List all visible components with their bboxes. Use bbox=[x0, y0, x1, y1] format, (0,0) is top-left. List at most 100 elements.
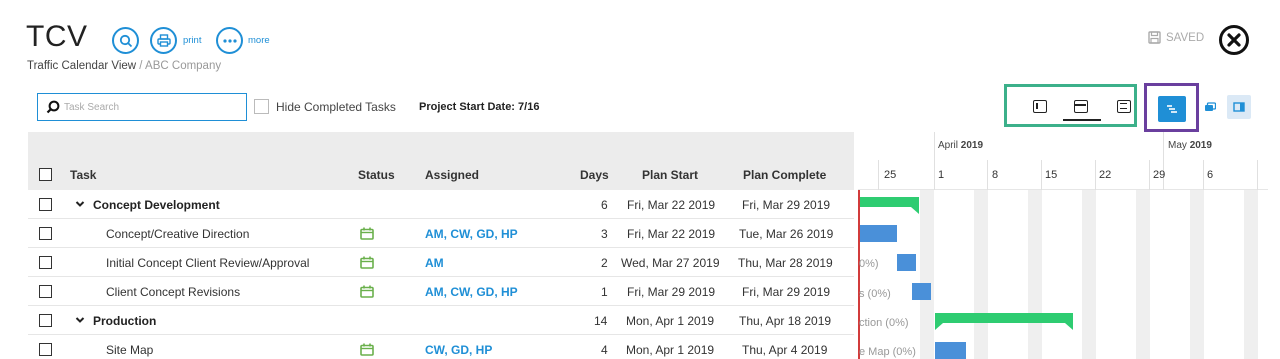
task-assigned[interactable]: AM, CW, GD, HP bbox=[425, 227, 518, 241]
close-button[interactable] bbox=[1219, 25, 1249, 55]
task-plan-start: Fri, Mar 22 2019 bbox=[627, 227, 716, 241]
table-row[interactable]: Site Map CW, GD, HP 4 Mon, Apr 1 2019 Th… bbox=[28, 335, 854, 359]
task-bar-label: e Map (0%) bbox=[859, 346, 916, 358]
task-days: 3 bbox=[601, 227, 608, 241]
hide-completed-checkbox[interactable] bbox=[254, 99, 269, 114]
week-divider bbox=[1203, 160, 1204, 190]
month-divider bbox=[934, 132, 935, 190]
gantt-view-button[interactable] bbox=[1158, 96, 1186, 122]
more-button[interactable] bbox=[216, 27, 243, 54]
row-checkbox[interactable] bbox=[39, 343, 52, 356]
column-assigned[interactable]: Assigned bbox=[425, 168, 479, 182]
print-label[interactable]: print bbox=[183, 35, 201, 46]
table-row[interactable]: Concept/Creative Direction AM, CW, GD, H… bbox=[28, 219, 854, 248]
task-bar[interactable] bbox=[935, 342, 966, 359]
project-start-date: Project Start Date: 7/16 bbox=[419, 101, 540, 113]
day-label: 22 bbox=[1099, 169, 1112, 181]
saved-status: SAVED bbox=[1148, 31, 1204, 44]
layers-icon bbox=[1205, 101, 1216, 111]
breadcrumb-company: / ABC Company bbox=[136, 60, 222, 72]
weekend-column bbox=[1136, 190, 1150, 359]
week-divider bbox=[1149, 160, 1150, 190]
weekend-column bbox=[1082, 190, 1096, 359]
more-icon bbox=[222, 38, 237, 43]
saved-label: SAVED bbox=[1166, 31, 1205, 44]
breadcrumb-view[interactable]: Traffic Calendar View bbox=[27, 60, 136, 72]
task-bar-label: ction (0%) bbox=[859, 317, 909, 329]
side-panel-button[interactable] bbox=[1227, 95, 1251, 119]
row-checkbox[interactable] bbox=[39, 314, 52, 327]
column-task[interactable]: Task bbox=[70, 168, 96, 182]
calendar-icon[interactable] bbox=[360, 285, 374, 298]
chevron-down-icon[interactable] bbox=[75, 200, 85, 208]
row-checkbox[interactable] bbox=[39, 198, 52, 211]
task-plan-complete: Fri, Mar 29 2019 bbox=[742, 285, 831, 299]
left-panel-icon bbox=[1036, 103, 1038, 109]
view-split-button[interactable] bbox=[1074, 100, 1088, 113]
calendar-icon[interactable] bbox=[360, 256, 374, 269]
task-plan-start: Fri, Mar 22 2019 bbox=[627, 198, 716, 212]
task-name: Client Concept Revisions bbox=[106, 285, 241, 299]
view-layout-group bbox=[1004, 84, 1137, 127]
weekend-column bbox=[974, 190, 988, 359]
search-button[interactable] bbox=[112, 27, 139, 54]
task-days: 1 bbox=[601, 285, 608, 299]
breadcrumb: Traffic Calendar View / ABC Company bbox=[27, 60, 221, 72]
month-label: April 2019 bbox=[938, 140, 984, 151]
task-plan-start: Fri, Mar 29 2019 bbox=[627, 285, 716, 299]
task-assigned[interactable]: AM, CW, GD, HP bbox=[425, 285, 518, 299]
calendar-icon[interactable] bbox=[360, 227, 374, 240]
select-all-checkbox[interactable] bbox=[39, 168, 52, 181]
gantt-view-group bbox=[1144, 83, 1199, 132]
task-plan-complete: Thu, Apr 4 2019 bbox=[742, 343, 828, 357]
week-divider bbox=[1041, 160, 1042, 190]
day-label: 29 bbox=[1153, 169, 1166, 181]
task-bar[interactable] bbox=[860, 225, 897, 242]
day-label: 8 bbox=[992, 169, 999, 181]
task-assigned[interactable]: CW, GD, HP bbox=[425, 343, 492, 357]
chevron-down-icon[interactable] bbox=[75, 316, 85, 324]
search-icon bbox=[119, 34, 132, 47]
calendar-icon[interactable] bbox=[360, 343, 374, 356]
page-title: TCV bbox=[26, 20, 88, 53]
week-divider bbox=[878, 160, 879, 190]
active-view-indicator bbox=[1063, 119, 1101, 121]
column-days[interactable]: Days bbox=[580, 168, 609, 182]
print-button[interactable] bbox=[150, 27, 177, 54]
summary-bar[interactable] bbox=[860, 197, 919, 207]
task-bar[interactable] bbox=[912, 283, 931, 300]
search-icon bbox=[46, 100, 60, 114]
column-plan-complete[interactable]: Plan Complete bbox=[743, 168, 826, 182]
more-label[interactable]: more bbox=[248, 35, 270, 46]
calendar-view-button[interactable] bbox=[1198, 95, 1222, 119]
hide-completed-label[interactable]: Hide Completed Tasks bbox=[276, 100, 396, 114]
table-row[interactable]: Initial Concept Client Review/Approval A… bbox=[28, 248, 854, 277]
month-divider bbox=[1163, 132, 1164, 190]
week-divider bbox=[1257, 160, 1258, 190]
row-checkbox[interactable] bbox=[39, 285, 52, 298]
table-row[interactable]: Concept Development 6 Fri, Mar 22 2019 F… bbox=[28, 190, 854, 219]
save-disk-icon bbox=[1148, 31, 1161, 44]
row-checkbox[interactable] bbox=[39, 256, 52, 269]
column-plan-start[interactable]: Plan Start bbox=[642, 168, 698, 182]
side-panel-icon bbox=[1233, 102, 1245, 112]
view-left-panel-button[interactable] bbox=[1033, 100, 1047, 113]
task-bar-label: 0%) bbox=[859, 258, 879, 270]
task-name: Concept Development bbox=[93, 198, 220, 212]
row-checkbox[interactable] bbox=[39, 227, 52, 240]
close-icon bbox=[1227, 33, 1241, 47]
day-label: 25 bbox=[884, 169, 897, 181]
task-search-box[interactable] bbox=[37, 93, 247, 121]
summary-bar[interactable] bbox=[935, 313, 1073, 323]
task-bar[interactable] bbox=[897, 254, 916, 271]
summary-bar-start bbox=[935, 323, 943, 330]
task-plan-start: Wed, Mar 27 2019 bbox=[621, 256, 720, 270]
table-row[interactable]: Production 14 Mon, Apr 1 2019 Thu, Apr 1… bbox=[28, 306, 854, 335]
column-status[interactable]: Status bbox=[358, 168, 395, 182]
split-view-icon bbox=[1075, 104, 1086, 106]
task-search-input[interactable] bbox=[64, 98, 242, 116]
view-list-button[interactable] bbox=[1117, 100, 1131, 113]
weekend-column bbox=[1244, 190, 1258, 359]
task-assigned[interactable]: AM bbox=[425, 256, 444, 270]
table-row[interactable]: Client Concept Revisions AM, CW, GD, HP … bbox=[28, 277, 854, 306]
